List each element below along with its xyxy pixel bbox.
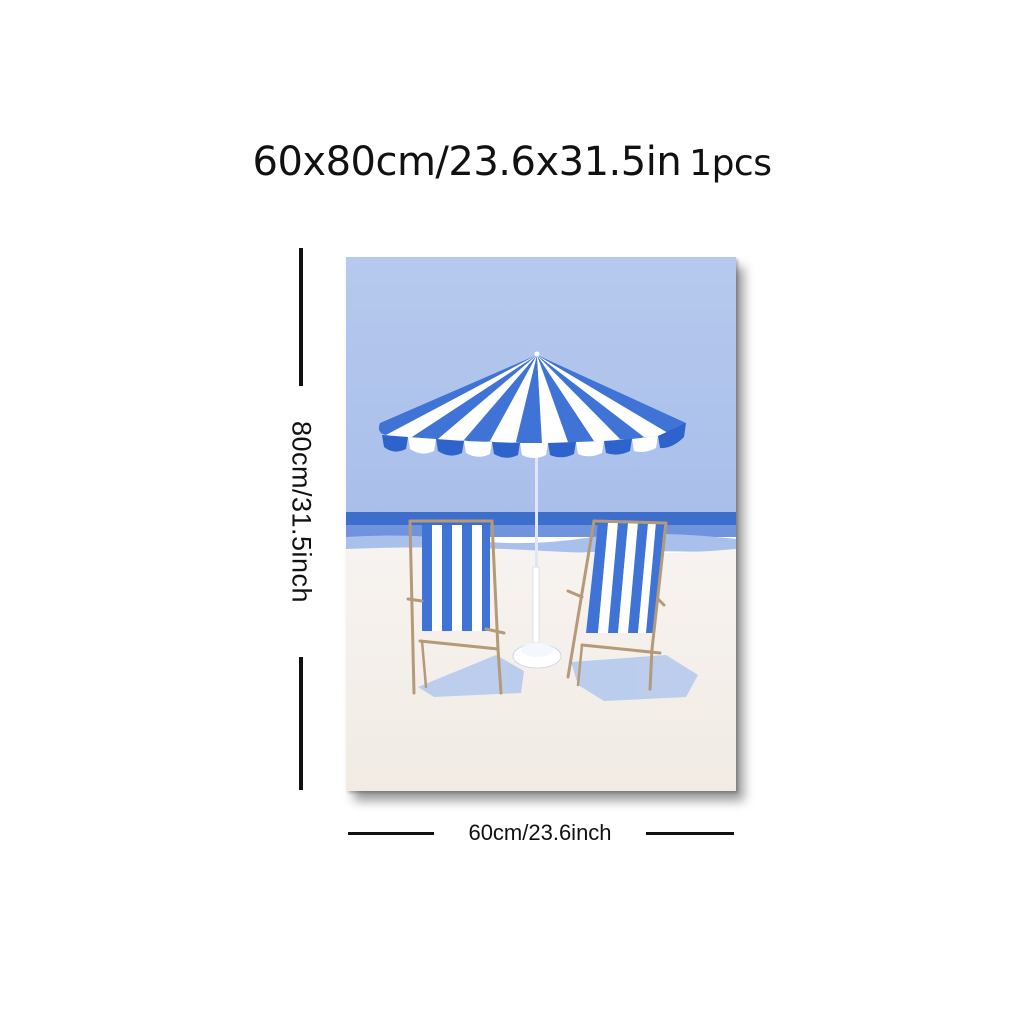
beach-painting (346, 257, 736, 791)
height-label: 80cm/31.5inch (286, 420, 317, 604)
width-line-left (348, 832, 434, 835)
canvas-print (346, 257, 736, 791)
height-line-bottom (299, 657, 303, 790)
width-line-right (646, 832, 734, 835)
width-label: 60cm/23.6inch (468, 820, 612, 845)
size-title: 60x80cm/23.6x31.5in 1pcs (0, 138, 1024, 188)
quantity-text: 1pcs (689, 143, 772, 184)
size-text: 60x80cm/23.6x31.5in (252, 139, 682, 185)
height-line-top (299, 248, 303, 386)
